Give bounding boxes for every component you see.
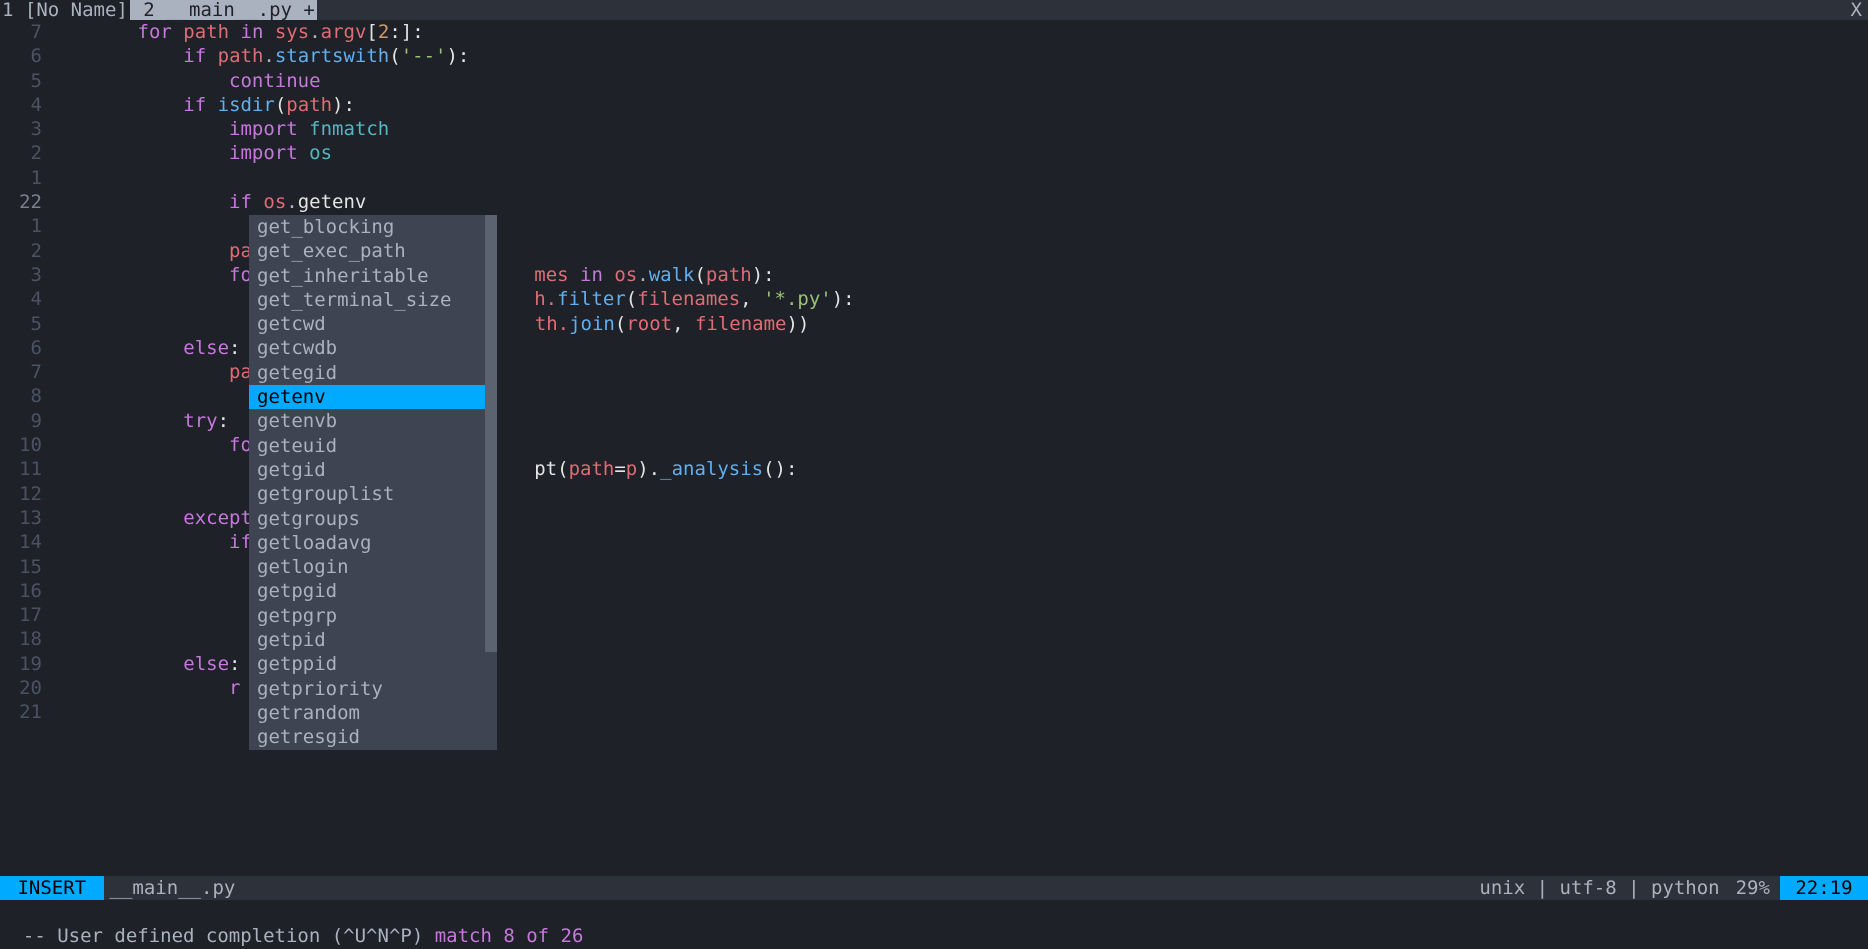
gutter: 3 [0, 117, 46, 141]
completion-item[interactable]: getgid [249, 458, 497, 482]
completion-item[interactable]: geteuid [249, 434, 497, 458]
gutter: 5 [0, 312, 46, 336]
completion-item[interactable]: getresgid [249, 725, 497, 749]
completion-item[interactable]: getpid [249, 628, 497, 652]
completion-item[interactable]: getpriority [249, 677, 497, 701]
gutter: 13 [0, 506, 46, 530]
completion-item[interactable]: getloadavg [249, 531, 497, 555]
code-line[interactable]: continue [46, 69, 321, 93]
tab-fill [317, 0, 1845, 20]
code-line[interactable]: if os.getenv [46, 190, 366, 214]
tab-bar: 1 [No Name] 2 __main__.py + X [0, 0, 1868, 20]
completion-item[interactable]: getlogin [249, 555, 497, 579]
code-line[interactable]: import fnmatch [46, 117, 389, 141]
completion-item[interactable]: getpgid [249, 579, 497, 603]
completion-item[interactable]: getegid [249, 361, 497, 385]
gutter: 12 [0, 482, 46, 506]
gutter: 7 [0, 360, 46, 384]
code-line[interactable]: if path.startswith('--'): [46, 44, 469, 68]
completion-item[interactable]: getgroups [249, 507, 497, 531]
gutter: 6 [0, 44, 46, 68]
completion-item[interactable]: getrandom [249, 701, 497, 725]
completion-item[interactable]: getenv [249, 385, 497, 409]
match-count: match 8 of 26 [435, 925, 584, 947]
tab-2[interactable]: 2 __main__.py + [130, 0, 317, 20]
gutter: 3 [0, 263, 46, 287]
completion-item[interactable]: getcwd [249, 312, 497, 336]
gutter: 1 [0, 166, 46, 190]
completion-item[interactable]: getcwdb [249, 336, 497, 360]
gutter: 19 [0, 652, 46, 676]
gutter: 15 [0, 555, 46, 579]
completion-popup[interactable]: get_blockingget_exec_pathget_inheritable… [249, 215, 497, 750]
completion-item[interactable]: getppid [249, 652, 497, 676]
gutter: 8 [0, 384, 46, 408]
completion-item[interactable]: getenvb [249, 409, 497, 433]
gutter: 18 [0, 627, 46, 651]
gutter: 14 [0, 530, 46, 554]
mode-indicator: INSERT [0, 876, 104, 900]
command-line: -- User defined completion (^U^N^P) matc… [0, 900, 1868, 924]
code-line[interactable]: try: [46, 409, 229, 433]
gutter-current: 22 [0, 190, 46, 214]
gutter: 11 [0, 457, 46, 481]
gutter: 9 [0, 409, 46, 433]
completion-item[interactable]: getgrouplist [249, 482, 497, 506]
code-line[interactable]: import os [46, 141, 332, 165]
close-icon[interactable]: X [1845, 0, 1868, 20]
editor[interactable]: 7 for path in sys.argv[2:]: 6 if path.st… [0, 20, 1868, 879]
code-line[interactable]: r [46, 676, 240, 700]
code-line[interactable]: else: [46, 652, 241, 676]
status-rowcol: 22:19 [1780, 876, 1868, 900]
scrollbar[interactable] [485, 215, 497, 652]
gutter: 16 [0, 579, 46, 603]
gutter: 6 [0, 336, 46, 360]
gutter: 2 [0, 141, 46, 165]
status-fileinfo: unix | utf-8 | python [1473, 876, 1725, 900]
gutter: 21 [0, 700, 46, 724]
code-line[interactable]: if isdir(path): [46, 93, 355, 117]
status-filename: __main__.py [104, 876, 242, 900]
gutter: 17 [0, 603, 46, 627]
status-line: INSERT __main__.py unix | utf-8 | python… [0, 876, 1868, 900]
completion-item[interactable]: getpgrp [249, 604, 497, 628]
tab-1[interactable]: 1 [No Name] [0, 0, 130, 20]
completion-item[interactable]: get_blocking [249, 215, 497, 239]
completion-item[interactable]: get_inheritable [249, 264, 497, 288]
gutter: 7 [0, 20, 46, 44]
completion-item[interactable]: get_terminal_size [249, 288, 497, 312]
status-percent: 29% [1726, 876, 1780, 900]
completion-item[interactable]: get_exec_path [249, 239, 497, 263]
completion-mode-text: -- User defined completion (^U^N^P) [23, 925, 435, 947]
gutter: 1 [0, 214, 46, 238]
gutter: 2 [0, 239, 46, 263]
gutter: 20 [0, 676, 46, 700]
gutter: 5 [0, 69, 46, 93]
gutter: 4 [0, 93, 46, 117]
gutter: 10 [0, 433, 46, 457]
gutter: 4 [0, 287, 46, 311]
code-line[interactable]: for path in sys.argv[2:]: [46, 20, 424, 44]
code-line[interactable]: else: [46, 336, 241, 360]
